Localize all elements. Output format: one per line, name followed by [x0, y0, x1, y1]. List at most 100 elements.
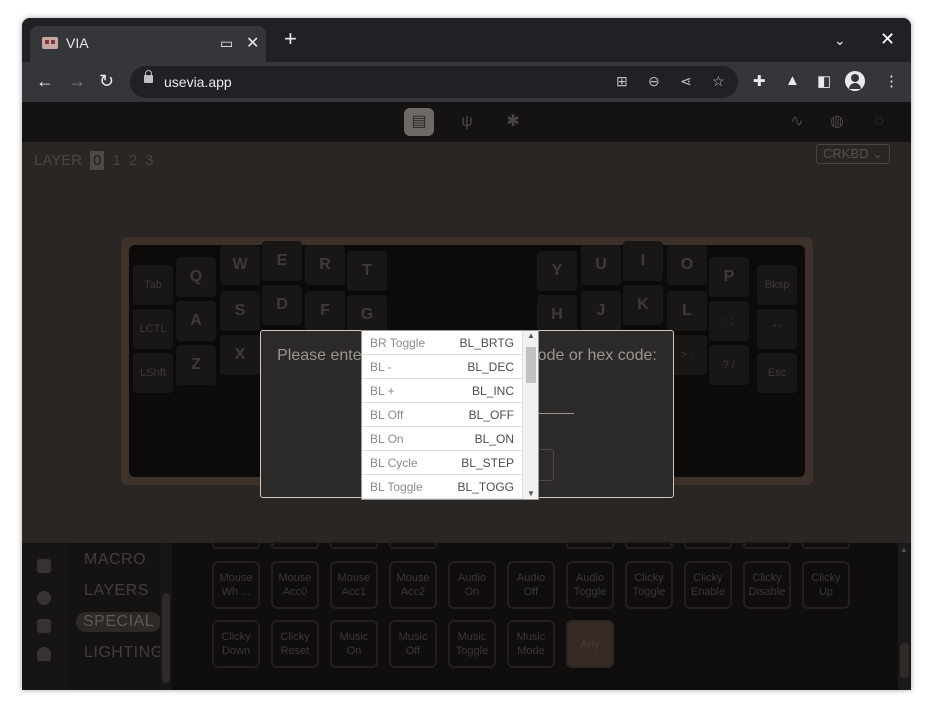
keyboard-select[interactable]: CRKBD ⌄: [816, 144, 890, 164]
menu-layers[interactable]: LAYERS: [84, 582, 149, 600]
labs-flask-icon[interactable]: ▲: [785, 72, 800, 89]
url-text[interactable]: usevia.app: [164, 74, 232, 90]
scroll-up-arrow-icon[interactable]: ▲: [900, 545, 908, 554]
microphone-icon[interactable]: [37, 647, 51, 661]
key-g[interactable]: G: [347, 295, 387, 335]
keycode-mouse-acc0[interactable]: Mouse Acc0: [271, 561, 319, 609]
keycode-hidden-9[interactable]: [802, 541, 850, 549]
keycode-hidden-5[interactable]: [566, 541, 614, 549]
tab-via[interactable]: VIA ▭ ✕: [30, 26, 266, 62]
window-close-icon[interactable]: ✕: [880, 29, 895, 50]
tab-close-icon[interactable]: ✕: [246, 33, 259, 53]
keycode-music-on[interactable]: Music On: [330, 620, 378, 668]
usb-icon[interactable]: ψ: [452, 108, 482, 136]
key-slash[interactable]: ? /: [709, 345, 749, 385]
info-icon[interactable]: ◌: [864, 108, 894, 136]
dropdown-scrollbar[interactable]: ▲ ▼: [522, 331, 538, 499]
menu-scrollbar[interactable]: [160, 543, 172, 690]
layer-0[interactable]: 0: [90, 151, 105, 170]
keycode-clicky-enable[interactable]: Clicky Enable: [684, 561, 732, 609]
new-tab-button[interactable]: +: [284, 28, 297, 50]
key-o[interactable]: O: [667, 245, 707, 285]
key-semicolon[interactable]: : ;: [709, 301, 749, 341]
key-f[interactable]: F: [305, 291, 345, 331]
key-esc[interactable]: Esc: [757, 353, 797, 393]
bookmark-star-icon[interactable]: ☆: [712, 73, 725, 90]
key-i[interactable]: I: [623, 241, 663, 281]
keycode-clicky-up[interactable]: Clicky Up: [802, 561, 850, 609]
keycode-mouse-acc2[interactable]: Mouse Acc2: [389, 561, 437, 609]
keycode-hidden-8[interactable]: [743, 541, 791, 549]
keycode-hidden-7[interactable]: [684, 541, 732, 549]
menu-macro[interactable]: MACRO: [84, 551, 146, 569]
side-panel-icon[interactable]: ◧: [817, 72, 831, 90]
keycode-clicky-reset[interactable]: Clicky Reset: [271, 620, 319, 668]
dropdown-scrollbar-thumb[interactable]: [526, 347, 536, 383]
keycode-hidden-4[interactable]: [389, 541, 437, 549]
keycode-audio-toggle[interactable]: Audio Toggle: [566, 561, 614, 609]
keycode-music-off[interactable]: Music Off: [389, 620, 437, 668]
menu-special[interactable]: SPECIAL: [76, 612, 162, 632]
reload-icon[interactable]: ↻: [99, 71, 114, 91]
share-icon[interactable]: ⋖: [680, 73, 692, 90]
option-bl-togg[interactable]: BL Toggle BL_TOGG: [362, 475, 522, 499]
menu-kebab-icon[interactable]: ⋮: [884, 72, 899, 90]
key-q[interactable]: Q: [176, 257, 216, 297]
option-bl-inc[interactable]: BL + BL_INC: [362, 379, 522, 403]
menu-scrollbar-thumb[interactable]: [162, 593, 170, 683]
option-bl-on[interactable]: BL On BL_ON: [362, 427, 522, 451]
key-h[interactable]: H: [537, 295, 577, 335]
key-t[interactable]: T: [347, 251, 387, 291]
settings-icon[interactable]: ✱: [498, 108, 528, 136]
keycode-audio-on[interactable]: Audio On: [448, 561, 496, 609]
key-quote[interactable]: " ': [757, 309, 797, 349]
address-bar[interactable]: usevia.app ⊞ ⊖ ⋖ ☆: [130, 66, 738, 98]
key-lshft[interactable]: LShft: [133, 353, 173, 393]
keycode-mouse-acc1[interactable]: Mouse Acc1: [330, 561, 378, 609]
key-lctl[interactable]: LCTL: [133, 309, 173, 349]
keycode-clicky-toggle[interactable]: Clicky Toggle: [625, 561, 673, 609]
keycode-hidden-1[interactable]: [212, 541, 260, 549]
grid-scrollbar[interactable]: ▲: [898, 543, 911, 690]
option-bl-dec[interactable]: BL - BL_DEC: [362, 355, 522, 379]
keycode-hidden-2[interactable]: [271, 541, 319, 549]
translate-icon[interactable]: ⊞: [616, 73, 628, 90]
forward-icon[interactable]: →: [68, 71, 86, 91]
key-j[interactable]: J: [581, 291, 621, 331]
keycode-hidden-3[interactable]: [330, 541, 378, 549]
key-a[interactable]: A: [176, 301, 216, 341]
option-bl-step[interactable]: BL Cycle BL_STEP: [362, 451, 522, 475]
grid-scrollbar-thumb[interactable]: [900, 643, 909, 678]
confirm-button[interactable]: [537, 449, 554, 481]
keycode-clicky-down[interactable]: Clicky Down: [212, 620, 260, 668]
layer-1[interactable]: 1: [112, 152, 120, 169]
key-y[interactable]: Y: [537, 251, 577, 291]
key-tab[interactable]: Tab: [133, 265, 173, 305]
zoom-out-icon[interactable]: ⊖: [648, 73, 660, 90]
keycode-music-mode[interactable]: Music Mode: [507, 620, 555, 668]
lock-icon[interactable]: [144, 70, 153, 83]
layer-3[interactable]: 3: [145, 152, 153, 169]
key-d[interactable]: D: [262, 285, 302, 325]
key-e[interactable]: E: [262, 241, 302, 281]
keycode-mouse-wheel[interactable]: Mouse Wh ...: [212, 561, 260, 609]
tab-search-chevron-icon[interactable]: ⌄: [834, 32, 846, 49]
save-icon[interactable]: [37, 619, 51, 633]
key-bksp[interactable]: Bksp: [757, 265, 797, 305]
discord-icon[interactable]: ◍: [822, 108, 852, 136]
key-z[interactable]: Z: [176, 345, 216, 385]
github-icon[interactable]: ∿: [782, 108, 812, 136]
key-w[interactable]: W: [220, 245, 260, 285]
keycode-music-toggle[interactable]: Music Toggle: [448, 620, 496, 668]
dropdown-scroll-up-icon[interactable]: ▲: [527, 331, 535, 340]
key-l[interactable]: L: [667, 291, 707, 331]
keycode-audio-off[interactable]: Audio Off: [507, 561, 555, 609]
keyboard-icon[interactable]: ▤: [404, 108, 434, 136]
option-bl-off[interactable]: BL Off BL_OFF: [362, 403, 522, 427]
key-x[interactable]: X: [220, 335, 260, 375]
key-p[interactable]: P: [709, 257, 749, 297]
target-icon[interactable]: [37, 591, 51, 605]
keycode-any[interactable]: Any: [566, 620, 614, 668]
key-u[interactable]: U: [581, 245, 621, 285]
option-bl-brtg[interactable]: BR Toggle BL_BRTG: [362, 331, 522, 355]
